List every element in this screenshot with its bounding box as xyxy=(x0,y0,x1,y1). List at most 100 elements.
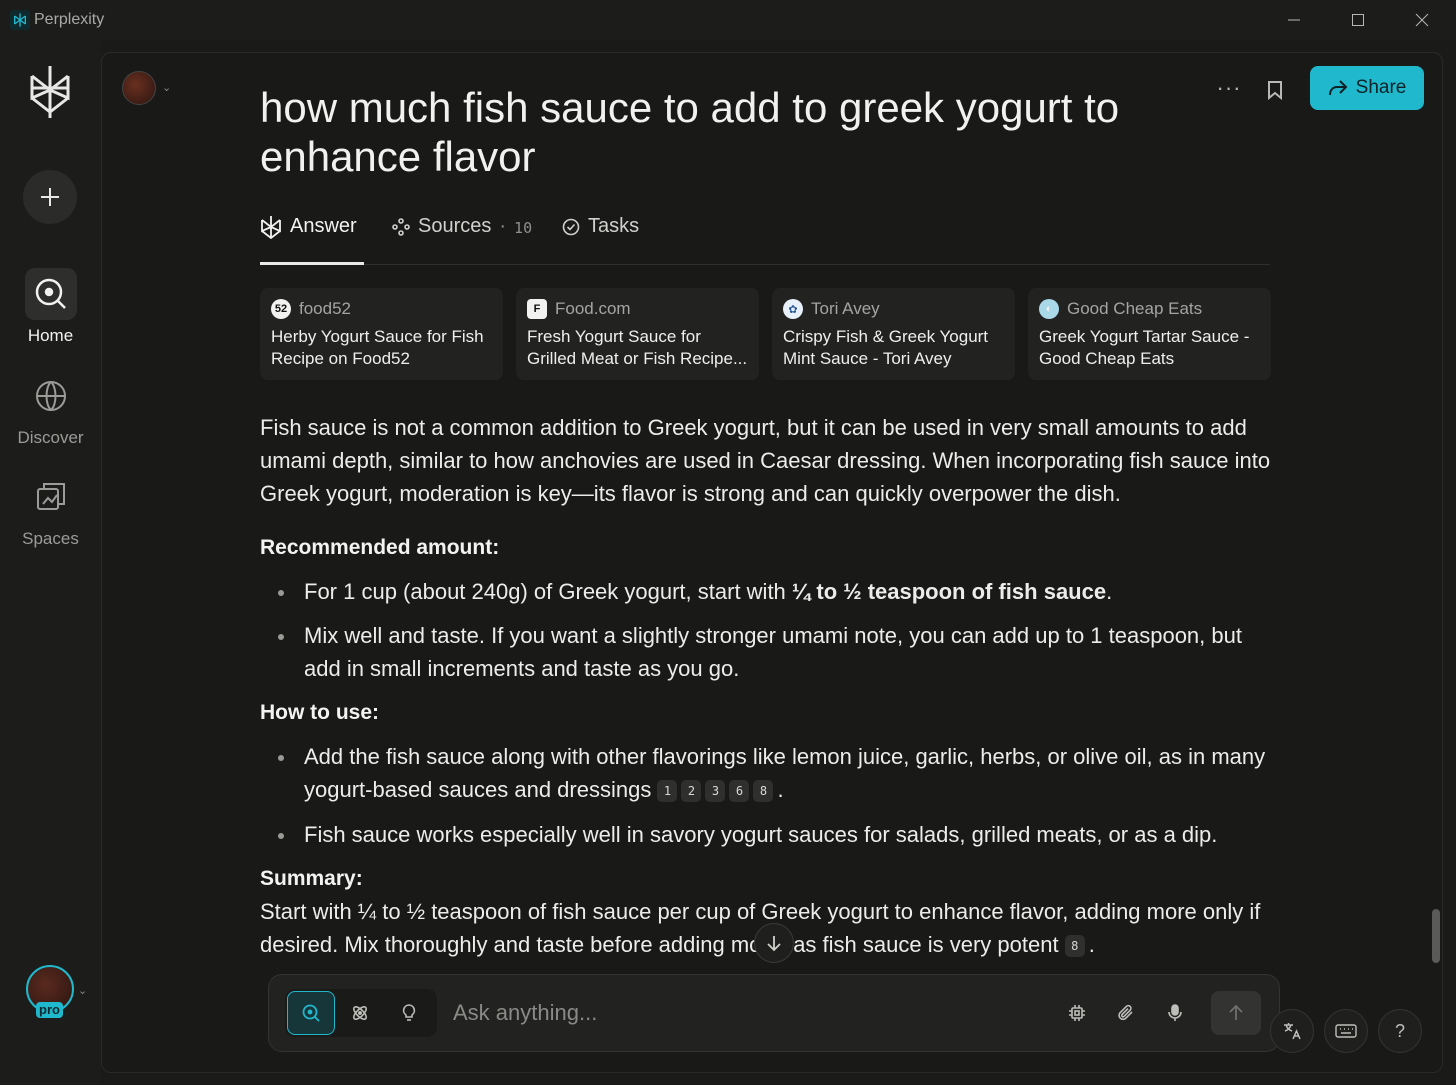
tab-label: Tasks xyxy=(588,215,640,237)
sidebar-item-spaces[interactable]: Spaces xyxy=(0,471,101,549)
search-icon xyxy=(302,1004,320,1022)
tab-sources[interactable]: Sources · 10 xyxy=(392,215,532,265)
recommended-list: For 1 cup (about 240g) of Greek yogurt, … xyxy=(260,575,1272,685)
answer-intro: Fish sauce is not a common addition to G… xyxy=(260,415,1271,506)
discover-icon-box xyxy=(25,370,77,422)
arrow-up-icon xyxy=(1229,1004,1243,1020)
main-panel: ⌄ how much fish sauce to add to greek yo… xyxy=(101,52,1443,1073)
keyboard-icon xyxy=(1335,1024,1357,1038)
source-site: food52 xyxy=(299,299,351,318)
punctuation: . xyxy=(1106,579,1113,604)
window-titlebar: Perplexity xyxy=(0,0,1456,40)
source-site: Food.com xyxy=(555,299,631,318)
new-thread-button[interactable] xyxy=(23,170,77,224)
check-circle-icon xyxy=(562,218,580,236)
list-item-text: For 1 cup (about 240g) of Greek yogurt, … xyxy=(304,579,792,604)
space-avatar[interactable] xyxy=(122,71,156,105)
sidebar-item-discover[interactable]: Discover xyxy=(0,370,101,448)
perplexity-logo[interactable] xyxy=(26,64,74,120)
source-header: 52 food52 xyxy=(271,298,492,320)
citation[interactable]: 1 xyxy=(657,780,678,802)
mode-research-button[interactable] xyxy=(336,991,384,1035)
minimize-icon xyxy=(1288,19,1300,21)
chip-icon xyxy=(1069,1005,1085,1021)
home-icon-box xyxy=(24,268,77,320)
source-title: Fresh Yogurt Sauce for Grilled Meat or F… xyxy=(527,327,748,368)
mode-search-button[interactable] xyxy=(287,991,335,1035)
scrollbar-thumb[interactable] xyxy=(1432,909,1440,963)
spaces-icon-box xyxy=(25,471,77,523)
scroll-to-bottom-button[interactable] xyxy=(754,923,794,963)
arrow-down-icon xyxy=(767,936,781,952)
sidebar-item-home[interactable]: Home xyxy=(0,268,101,346)
model-select-button[interactable] xyxy=(1059,995,1095,1031)
source-title: Greek Yogurt Tartar Sauce - Good Cheap E… xyxy=(1039,327,1250,368)
howto-list: Add the fish sauce along with other flav… xyxy=(260,740,1272,851)
ask-box xyxy=(268,974,1280,1052)
maximize-icon xyxy=(1352,14,1364,26)
tab-answer[interactable]: Answer xyxy=(260,215,364,265)
maximize-button[interactable] xyxy=(1326,0,1390,40)
perplexity-logo-icon xyxy=(30,66,70,118)
citation[interactable]: 8 xyxy=(1064,935,1085,957)
bookmark-button[interactable] xyxy=(1262,75,1288,105)
source-card[interactable]: ◐ Good Cheap Eats Greek Yogurt Tartar Sa… xyxy=(1028,288,1271,380)
citation[interactable]: 2 xyxy=(681,780,702,802)
source-header: ◐ Good Cheap Eats xyxy=(1039,298,1260,320)
tab-label: Sources xyxy=(418,215,492,237)
translate-icon xyxy=(1284,1023,1301,1040)
howto-heading: How to use: xyxy=(260,701,379,724)
source-card[interactable]: ✿ Tori Avey Crispy Fish & Greek Yogurt M… xyxy=(772,288,1015,380)
chevron-down-icon[interactable]: ⌄ xyxy=(78,984,87,997)
goodcheapeats-favicon-icon: ◐ xyxy=(1039,299,1059,319)
list-item: Mix well and taste. If you want a slight… xyxy=(260,619,1272,685)
submit-button[interactable] xyxy=(1211,991,1261,1035)
voice-input-button[interactable] xyxy=(1157,995,1193,1031)
share-label: Share xyxy=(1355,77,1407,98)
source-header: F Food.com xyxy=(527,298,748,320)
source-title: Herby Yogurt Sauce for Fish Recipe on Fo… xyxy=(271,327,484,368)
source-site: Good Cheap Eats xyxy=(1067,299,1203,318)
list-item: For 1 cup (about 240g) of Greek yogurt, … xyxy=(260,575,1272,608)
emphasis-text: ¼ to ½ teaspoon of fish sauce xyxy=(791,579,1107,604)
sidebar-item-label: Discover xyxy=(17,428,84,447)
share-arrow-icon xyxy=(1328,80,1348,96)
stacked-squares-icon xyxy=(36,483,65,510)
attach-button[interactable] xyxy=(1108,995,1144,1031)
source-title: Crispy Fish & Greek Yogurt Mint Sauce - … xyxy=(783,327,989,368)
citation[interactable]: 6 xyxy=(729,780,750,802)
sources-count: 10 xyxy=(514,219,533,237)
food52-favicon-icon: 52 xyxy=(271,299,291,319)
tab-separator: · xyxy=(499,215,507,237)
pro-badge: pro xyxy=(36,1002,63,1018)
chevron-down-icon[interactable]: ⌄ xyxy=(162,81,171,94)
list-item: Add the fish sauce along with other flav… xyxy=(260,740,1272,806)
more-options-button[interactable]: ··· xyxy=(1212,75,1246,105)
share-button[interactable]: Share xyxy=(1310,66,1424,110)
language-button[interactable] xyxy=(1270,1009,1314,1053)
research-atom-icon xyxy=(353,1006,367,1020)
ask-input[interactable] xyxy=(453,993,1013,1033)
citation[interactable]: 8 xyxy=(753,780,774,802)
close-button[interactable] xyxy=(1390,0,1454,40)
help-button[interactable]: ? xyxy=(1378,1009,1422,1053)
question-mark-icon: ? xyxy=(1394,1020,1405,1041)
mode-labs-button[interactable] xyxy=(385,991,433,1035)
summary-heading: Summary: xyxy=(260,867,363,890)
source-card[interactable]: 52 food52 Herby Yogurt Sauce for Fish Re… xyxy=(260,288,503,380)
tab-tasks[interactable]: Tasks xyxy=(562,215,639,265)
source-card[interactable]: F Food.com Fresh Yogurt Sauce for Grille… xyxy=(516,288,759,380)
ellipsis-icon: ··· xyxy=(1216,75,1242,100)
minimize-button[interactable] xyxy=(1262,0,1326,40)
lightbulb-icon xyxy=(402,1004,416,1021)
window-title: Perplexity xyxy=(34,11,105,28)
citation[interactable]: 3 xyxy=(705,780,726,802)
keyboard-shortcuts-button[interactable] xyxy=(1324,1009,1368,1053)
sources-nodes-icon xyxy=(392,218,410,236)
tab-label: Answer xyxy=(290,215,357,237)
foodcom-favicon-icon: F xyxy=(527,299,547,319)
paperclip-icon xyxy=(1118,1004,1133,1021)
answer-body: Fish sauce is not a common addition to G… xyxy=(260,411,1272,961)
source-header: ✿ Tori Avey xyxy=(783,298,1004,320)
microphone-icon xyxy=(1168,1004,1182,1021)
